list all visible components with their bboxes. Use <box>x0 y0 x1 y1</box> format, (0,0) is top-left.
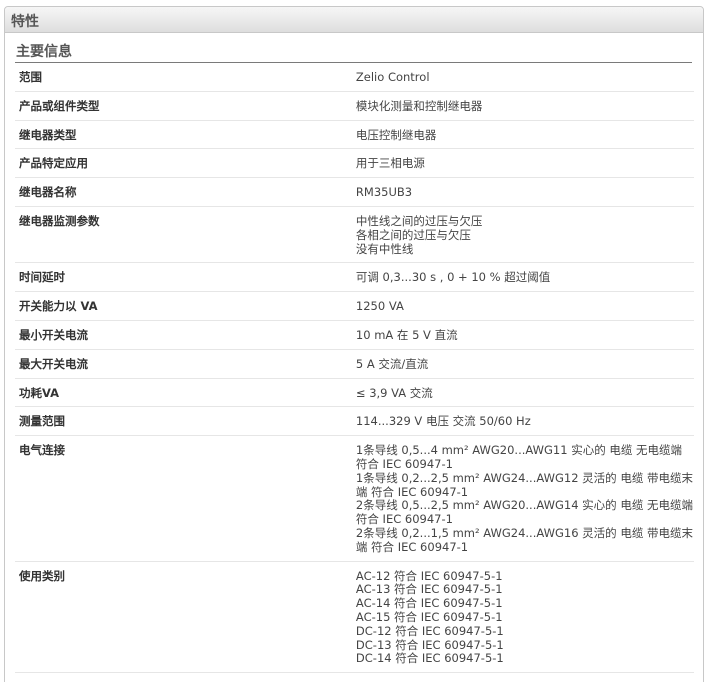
spec-value-line: Zelio Control <box>355 70 430 84</box>
spec-value-line: 1条导线 0,2...2,5 mm² AWG24...AWG12 灵活的 电缆 … <box>355 470 693 485</box>
spec-value: 5 A 交流/直流 <box>350 349 694 379</box>
spec-value: 10 mA 在 5 V 直流 <box>350 320 694 350</box>
spec-value-line: 各相之间的过压与欠压 <box>355 227 471 242</box>
spec-value: AC-12 符合 IEC 60947-5-1 AC-13 符合 IEC 60947… <box>350 561 694 674</box>
spec-value-line: DC-14 符合 IEC 60947-5-1 <box>355 651 504 666</box>
specs-table-body: 范围 Zelio Control 产品或组件类型 模块化测量和控制继电器 继电器类型 电压… <box>15 63 694 674</box>
spec-value-line: DC-12 符合 IEC 60947-5-1 <box>355 623 504 638</box>
spec-row: 范围 Zelio Control <box>15 63 694 92</box>
spec-value-line: 符合 IEC 60947-1 <box>355 456 453 471</box>
spec-value-line: 中性线之间的过压与欠压 <box>355 213 483 228</box>
spec-row: 使用类别 AC-12 符合 IEC 60947-5-1 AC-13 符合 IEC 6… <box>15 561 694 674</box>
spec-row: 继电器监测参数 中性线之间的过压与欠压 各相之间的过压与欠压 没有中性线 <box>15 206 694 264</box>
spec-value-line: AC-15 符合 IEC 60947-5-1 <box>355 609 503 624</box>
spec-value-line: 用于三相电源 <box>355 156 425 171</box>
spec-value: 模块化测量和控制继电器 <box>350 91 694 121</box>
spec-value: 1250 VA <box>350 291 694 321</box>
spec-value-line: 没有中性线 <box>355 241 414 256</box>
spec-label: 产品特定应用 <box>15 148 351 179</box>
spec-row: 时间延时 可调 0,3...30 s , 0 + 10 % 超过阈值 <box>15 262 694 293</box>
spec-label: 电气连接 <box>15 435 351 562</box>
spec-value-line: ≤ 3,9 VA 交流 <box>355 385 433 400</box>
spec-value-line: AC-13 符合 IEC 60947-5-1 <box>355 582 503 597</box>
spec-label: 产品或组件类型 <box>15 91 351 121</box>
spec-row: 产品或组件类型 模块化测量和控制继电器 <box>15 91 694 121</box>
spec-value: 用于三相电源 <box>350 148 694 179</box>
spec-value-line: RM35UB3 <box>355 185 413 200</box>
spec-value: 1条导线 0,5...4 mm² AWG20...AWG11 实心的 电缆 无电… <box>350 435 694 562</box>
spec-value-line: 模块化测量和控制继电器 <box>355 98 483 113</box>
spec-row: 继电器名称 RM35UB3 <box>15 177 694 207</box>
spec-value: 中性线之间的过压与欠压 各相之间的过压与欠压 没有中性线 <box>350 206 694 264</box>
spec-label: 继电器类型 <box>15 120 351 150</box>
spec-label: 时间延时 <box>15 262 351 293</box>
spec-value-line: 符合 IEC 60947-1 <box>355 512 453 527</box>
spec-value: ≤ 3,9 VA 交流 <box>350 378 694 408</box>
spec-row: 电气连接 1条导线 0,5...4 mm² AWG20...AWG11 实心的 电… <box>15 435 694 562</box>
spec-value-line: 可调 0,3...30 s , 0 + 10 % 超过阈值 <box>355 270 551 285</box>
spec-label: 使用类别 <box>15 561 351 674</box>
panel-header: 特性 <box>5 7 703 33</box>
spec-value: 可调 0,3...30 s , 0 + 10 % 超过阈值 <box>350 262 694 293</box>
spec-row: 开关能力以 VA 1250 VA <box>15 291 694 321</box>
spec-value-line: 端 符合 IEC 60947-1 <box>355 484 469 499</box>
spec-value-line: DC-13 符合 IEC 60947-5-1 <box>355 637 504 652</box>
section-title-text: 主要信息 <box>16 44 72 60</box>
spec-row: 测量范围 114...329 V 电压 交流 50/60 Hz <box>15 406 694 437</box>
spec-value-line: 1条导线 0,5...4 mm² AWG20...AWG11 实心的 电缆 无电… <box>355 443 683 458</box>
spec-row: 功耗VA ≤ 3,9 VA 交流 <box>15 378 694 408</box>
spec-value-line: AC-14 符合 IEC 60947-5-1 <box>355 596 503 611</box>
spec-row: 产品特定应用 用于三相电源 <box>15 148 694 179</box>
page: 特性 主要信息 范围 Zelio Control 产品或组件类型 模块化测量和控制继电… <box>0 0 711 682</box>
spec-value: RM35UB3 <box>350 177 694 207</box>
spec-row: 继电器类型 电压控制继电器 <box>15 120 694 150</box>
spec-value-line: AC-12 符合 IEC 60947-5-1 <box>355 568 503 583</box>
spec-label: 继电器监测参数 <box>15 206 351 264</box>
spec-value-line: 10 mA 在 5 V 直流 <box>355 327 458 342</box>
spec-value-line: 2条导线 0,2...1,5 mm² AWG24...AWG16 灵活的 电缆 … <box>355 525 693 540</box>
spec-value-line: 1250 VA <box>355 299 404 314</box>
spec-label: 范围 <box>15 63 351 92</box>
spec-label: 测量范围 <box>15 406 351 437</box>
spec-label: 继电器名称 <box>15 177 351 207</box>
section-title: 主要信息 <box>15 44 692 63</box>
spec-value-line: 端 符合 IEC 60947-1 <box>355 539 469 554</box>
specs-table: 范围 Zelio Control 产品或组件类型 模块化测量和控制继电器 继电器类型 电压… <box>15 63 694 674</box>
spec-value: Zelio Control <box>350 63 694 92</box>
panel-title: 特性 <box>11 14 39 30</box>
characteristics-panel: 特性 主要信息 范围 Zelio Control 产品或组件类型 模块化测量和控制继电… <box>4 6 704 682</box>
spec-row: 最大开关电流 5 A 交流/直流 <box>15 349 694 379</box>
spec-value: 电压控制继电器 <box>350 120 694 150</box>
spec-value-line: 114...329 V 电压 交流 50/60 Hz <box>355 414 531 429</box>
spec-label: 最大开关电流 <box>15 349 351 379</box>
spec-value: 114...329 V 电压 交流 50/60 Hz <box>350 406 694 437</box>
spec-row: 最小开关电流 10 mA 在 5 V 直流 <box>15 320 694 350</box>
spec-value-line: 5 A 交流/直流 <box>355 356 429 371</box>
spec-label: 功耗VA <box>15 378 351 408</box>
spec-label: 最小开关电流 <box>15 320 351 350</box>
spec-value-line: 电压控制继电器 <box>355 127 437 142</box>
spec-value-line: 2条导线 0,5...2,5 mm² AWG20...AWG14 实心的 电缆 … <box>355 498 693 513</box>
spec-label: 开关能力以 VA <box>15 291 351 321</box>
